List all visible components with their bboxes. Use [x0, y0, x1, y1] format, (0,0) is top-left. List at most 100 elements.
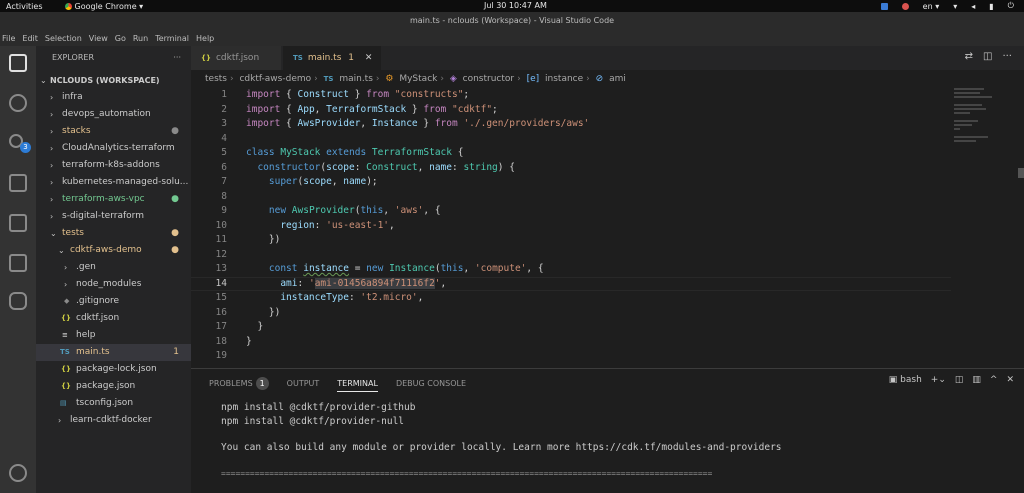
chevron-right-icon: ›: [50, 144, 54, 153]
chevron-right-icon: ›: [50, 161, 54, 170]
breadcrumb-separator-icon: ›: [314, 74, 318, 84]
method-symbol-icon: ◈: [449, 74, 457, 84]
app-menu[interactable]: Google Chrome ▾: [64, 2, 143, 11]
menu-selection[interactable]: Selection: [45, 34, 82, 43]
json-file-icon: {}: [61, 382, 71, 390]
zoom-icon[interactable]: [880, 2, 888, 10]
breadcrumb-tests[interactable]: tests: [205, 74, 227, 84]
compare-icon[interactable]: ⇄: [965, 51, 973, 62]
tab-problems[interactable]: PROBLEMS 1: [209, 376, 269, 390]
menu-run[interactable]: Run: [133, 34, 148, 43]
docker-icon[interactable]: [9, 292, 27, 310]
tree-item[interactable]: ◆ .gitignore: [36, 293, 191, 310]
tab-label: main.ts: [307, 53, 342, 63]
explorer-title: EXPLORER: [52, 53, 94, 62]
menu-view[interactable]: View: [89, 34, 108, 43]
run-debug-icon[interactable]: [9, 174, 27, 192]
tree-item[interactable]: › terraform-k8s-addons: [36, 157, 191, 174]
clock[interactable]: Jul 30 10:47 AM: [484, 1, 547, 10]
tree-item[interactable]: › .gen: [36, 259, 191, 276]
more-actions-icon[interactable]: ···: [1002, 51, 1012, 62]
line-number: 8: [221, 190, 227, 202]
menu-go[interactable]: Go: [115, 34, 126, 43]
menu-terminal[interactable]: Terminal: [155, 34, 189, 43]
breadcrumb-variable[interactable]: instance: [545, 74, 583, 84]
breadcrumb-separator-icon: ›: [517, 74, 521, 84]
extensions-icon[interactable]: [9, 214, 27, 232]
tab-output[interactable]: OUTPUT: [287, 379, 320, 388]
breadcrumb-folder[interactable]: cdktf-aws-demo: [239, 74, 311, 84]
close-icon[interactable]: ✕: [365, 53, 373, 63]
record-icon[interactable]: [901, 2, 909, 10]
tree-item[interactable]: › terraform-aws-vpc ●: [36, 191, 191, 208]
line-number: 6: [221, 161, 227, 173]
wifi-icon[interactable]: ▾: [953, 2, 957, 11]
tree-item[interactable]: › kubernetes-managed-solu...: [36, 174, 191, 191]
tree-item[interactable]: ⌄ tests ●: [36, 225, 191, 242]
battery-icon[interactable]: ▮: [989, 2, 993, 11]
editor-tabs: {} cdktf.json TS main.ts 1 ✕ ⇄ ◫ ···: [191, 46, 1024, 70]
tab-terminal[interactable]: TERMINAL: [337, 379, 378, 392]
explorer-icon[interactable]: [9, 54, 27, 72]
tree-item[interactable]: › learn-cdktf-docker: [36, 412, 191, 429]
tree-item[interactable]: {} package.json: [36, 378, 191, 395]
tree-item-selected[interactable]: TS main.ts 1: [36, 344, 191, 361]
breadcrumb-class[interactable]: MyStack: [399, 74, 437, 84]
tree-item[interactable]: {} cdktf.json: [36, 310, 191, 327]
terminal-icon: ▣: [888, 375, 898, 385]
tree-item[interactable]: {} package-lock.json: [36, 361, 191, 378]
tree-item[interactable]: ⌄ cdktf-aws-demo ●: [36, 242, 191, 259]
tree-item[interactable]: › infra: [36, 89, 191, 106]
search-icon[interactable]: [9, 94, 27, 112]
menu-edit[interactable]: Edit: [22, 34, 38, 43]
tree-item[interactable]: › stacks ●: [36, 123, 191, 140]
menu-file[interactable]: File: [2, 34, 15, 43]
terminal-shell-selector[interactable]: ▣ bash: [889, 375, 922, 385]
code-line: import { App, TerraformStack } from "cdk…: [246, 103, 498, 115]
tree-item[interactable]: › s-digital-terraform: [36, 208, 191, 225]
code-editor[interactable]: 1 2 3 4 5 6 7 8 9 10 11 12 13 14 15 16 1…: [191, 88, 1024, 368]
code-line: import { AwsProvider, Instance } from '.…: [246, 118, 590, 129]
chevron-right-icon: ›: [50, 212, 54, 221]
breadcrumb-constructor[interactable]: constructor: [463, 74, 514, 84]
new-terminal-button[interactable]: +⌄: [931, 375, 946, 385]
volume-icon[interactable]: ◂: [971, 2, 975, 11]
breadcrumb-property[interactable]: ami: [609, 74, 626, 84]
code-line: ami: 'ami-01456a894f71116f2',: [280, 277, 447, 289]
split-editor-icon[interactable]: ◫: [983, 51, 992, 62]
account-icon[interactable]: [9, 464, 27, 482]
code-line: }): [246, 234, 281, 245]
maximize-panel-icon[interactable]: ^: [990, 375, 998, 385]
tree-item[interactable]: › CloudAnalytics-terraform: [36, 140, 191, 157]
workspace-root[interactable]: ⌄ NCLOUDS (WORKSPACE): [36, 72, 191, 89]
tree-item[interactable]: ≡ help: [36, 327, 191, 344]
tree-item[interactable]: › devops_automation: [36, 106, 191, 123]
activities-button[interactable]: Activities: [6, 2, 43, 11]
line-number: 4: [221, 132, 227, 144]
breadcrumb-file[interactable]: main.ts: [339, 74, 373, 84]
json-file-icon: {}: [61, 314, 71, 322]
git-file-icon: ◆: [64, 297, 70, 305]
close-panel-icon[interactable]: ✕: [1006, 375, 1014, 385]
terminal-line: ========================================…: [221, 469, 713, 478]
code-line: }): [246, 306, 281, 318]
explorer-more-button[interactable]: ···: [173, 46, 181, 70]
power-icon[interactable]: ⏻: [1008, 1, 1014, 11]
vertical-scrollbar[interactable]: [1018, 168, 1024, 178]
tree-item[interactable]: ▤ tsconfig.json: [36, 395, 191, 412]
system-tray[interactable]: en ▾ ▾ ◂ ▮ ⏻: [880, 1, 1014, 11]
kill-terminal-icon[interactable]: ▥: [972, 375, 981, 385]
tab-main-ts[interactable]: TS main.ts 1 ✕: [283, 46, 381, 70]
tree-item[interactable]: › node_modules: [36, 276, 191, 293]
split-terminal-icon[interactable]: ◫: [955, 375, 964, 385]
modified-dot: ●: [171, 245, 179, 255]
minimap[interactable]: [954, 88, 1004, 148]
remote-explorer-icon[interactable]: [9, 254, 27, 272]
line-number: 14: [215, 277, 227, 289]
tab-label: cdktf.json: [215, 53, 260, 63]
tab-cdktf-json[interactable]: {} cdktf.json: [191, 46, 281, 70]
language-selector[interactable]: en ▾: [923, 2, 940, 11]
line-number: 11: [215, 234, 227, 245]
menu-help[interactable]: Help: [196, 34, 214, 43]
tab-debug-console[interactable]: DEBUG CONSOLE: [396, 379, 466, 388]
